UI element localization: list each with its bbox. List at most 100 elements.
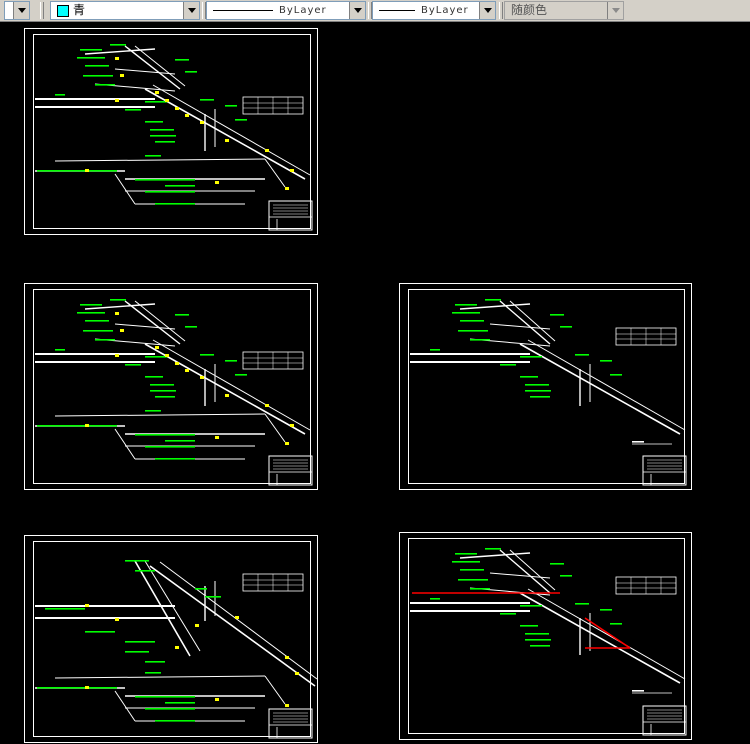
marker-block <box>185 369 189 372</box>
drawing-line <box>489 323 551 330</box>
annotation-mark <box>37 687 117 689</box>
annotation-mark <box>452 312 480 314</box>
drawing-line <box>499 300 551 345</box>
drawing-line <box>489 572 551 579</box>
marker-block <box>185 114 189 117</box>
marker-block <box>165 354 169 357</box>
layout-sheet-2[interactable] <box>24 283 318 490</box>
annotation-mark <box>110 44 126 46</box>
marker-block <box>115 354 119 357</box>
color-label: 青 <box>73 3 86 17</box>
marker-block <box>200 121 204 124</box>
drawing-linework <box>410 548 687 736</box>
linetype-control[interactable]: ByLayer <box>206 1 366 20</box>
annotation-mark <box>37 425 117 427</box>
annotation-mark <box>125 364 141 366</box>
layout-sheet-1[interactable] <box>24 28 318 235</box>
marker-block <box>165 99 169 102</box>
drawing-line <box>114 323 176 330</box>
annotation-mark <box>470 588 490 590</box>
annotation-mark <box>520 605 542 607</box>
chevron-down-icon[interactable] <box>183 2 199 19</box>
marker-block <box>215 698 219 701</box>
marker-block <box>120 329 124 332</box>
toolbar-grip[interactable] <box>40 2 44 19</box>
title-block <box>268 200 313 231</box>
marker-block <box>285 704 289 707</box>
annotation-mark <box>235 374 247 376</box>
annotation-mark <box>455 553 477 555</box>
layout-sheet-5[interactable] <box>399 532 692 740</box>
color-control[interactable]: 青 <box>50 1 200 20</box>
marker-block <box>290 424 294 427</box>
annotation-mark <box>500 364 516 366</box>
marker-block <box>285 656 289 659</box>
marker-block <box>85 424 89 427</box>
drawing-line <box>159 561 318 680</box>
annotation-mark <box>175 314 189 316</box>
annotation-mark <box>135 179 195 181</box>
annotation-mark <box>83 75 113 77</box>
annotation-mark <box>205 596 221 598</box>
drawing-line <box>152 84 311 176</box>
annotation-mark <box>452 561 480 563</box>
annotation-mark <box>77 57 105 59</box>
annotation-mark <box>185 71 197 73</box>
annotation-mark <box>600 609 612 611</box>
annotation-mark <box>460 569 484 571</box>
marker-block <box>225 394 229 397</box>
layout-sheet-4[interactable] <box>24 535 318 743</box>
marker-block <box>85 686 89 689</box>
marker-block <box>285 442 289 445</box>
marker-block <box>85 169 89 172</box>
annotation-mark <box>155 458 195 460</box>
drawing-linework <box>35 299 313 486</box>
marker-block <box>175 646 179 649</box>
chevron-down-icon[interactable] <box>479 2 495 19</box>
chevron-down-icon[interactable] <box>349 2 365 19</box>
annotation-mark <box>80 49 102 51</box>
annotation-mark <box>175 59 189 61</box>
annotation-mark <box>155 141 175 143</box>
annotation-mark <box>520 356 542 358</box>
annotation-mark <box>125 641 155 643</box>
annotation-mark <box>200 354 214 356</box>
annotation-mark <box>145 446 195 448</box>
annotation-mark <box>575 354 589 356</box>
drawing-line <box>54 413 266 417</box>
drawing-line <box>519 592 681 684</box>
annotation-mark <box>165 702 195 704</box>
marker-block <box>235 616 239 619</box>
drawing-canvas[interactable] <box>0 22 750 744</box>
marker-block <box>115 57 119 60</box>
annotation-mark <box>110 299 126 301</box>
drawing-line <box>54 158 266 162</box>
annotation-mark <box>145 155 161 157</box>
layout-sheet-3[interactable] <box>399 283 692 490</box>
drawing-line <box>509 549 556 591</box>
annotation-mark <box>55 349 65 351</box>
drawing-line <box>264 413 286 443</box>
marker-block <box>85 604 89 607</box>
chevron-down-icon[interactable] <box>13 2 29 19</box>
toolbar-grip[interactable] <box>499 2 503 19</box>
annotation-mark <box>165 440 195 442</box>
lineweight-label: ByLayer <box>421 5 469 16</box>
lineweight-preview <box>379 10 415 11</box>
annotation-mark <box>430 349 440 351</box>
annotation-mark <box>520 625 538 627</box>
lineweight-control[interactable]: ByLayer <box>372 1 496 20</box>
annotation-mark <box>155 720 195 722</box>
annotation-mark <box>525 639 551 641</box>
annotation-mark <box>45 608 85 610</box>
marker-block <box>285 187 289 190</box>
layer-dropdown[interactable] <box>4 1 30 20</box>
annotation-mark <box>530 645 550 647</box>
annotation-mark <box>610 623 622 625</box>
annotation-mark <box>632 690 644 692</box>
annotation-mark <box>95 84 115 86</box>
chevron-down-icon <box>607 2 623 19</box>
annotation-mark <box>225 360 237 362</box>
annotation-mark <box>460 320 484 322</box>
annotation-mark <box>458 330 488 332</box>
